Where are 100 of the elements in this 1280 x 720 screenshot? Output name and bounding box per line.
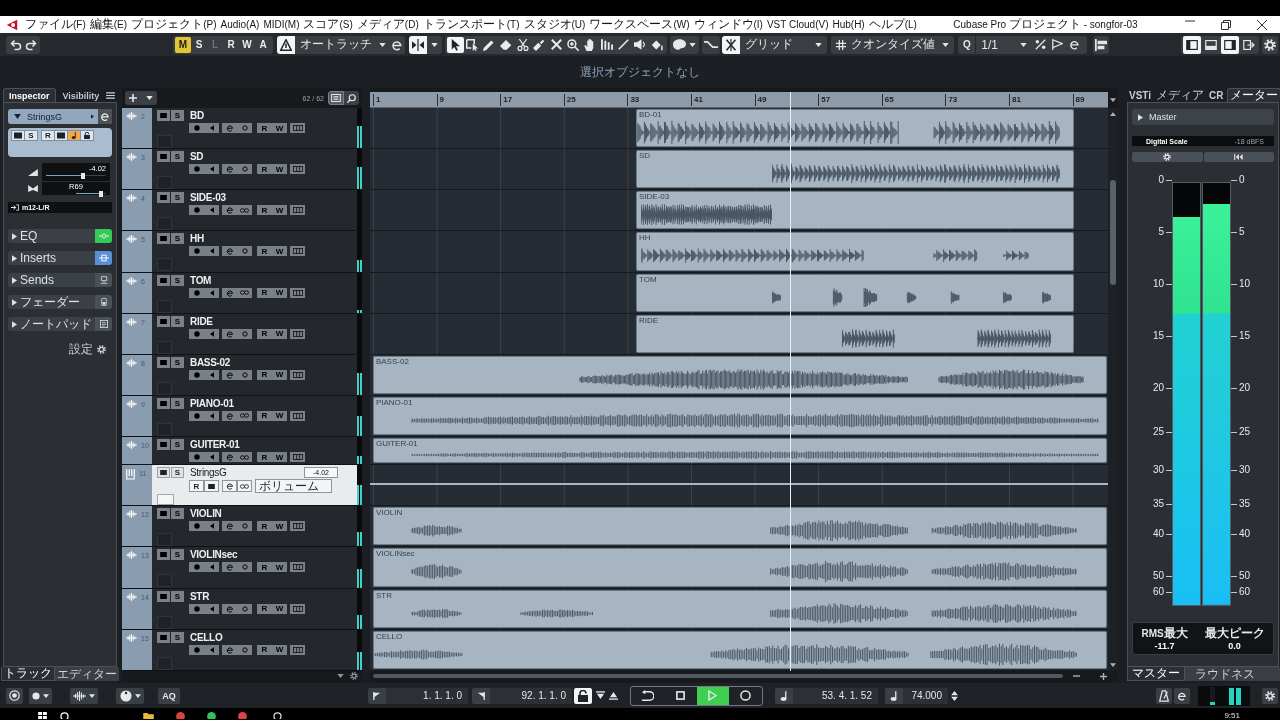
automation-parameter-dropdown[interactable]: ボリューム [255,479,332,494]
play-button[interactable] [696,686,730,705]
automation-line[interactable] [370,483,1108,486]
tool-button[interactable] [598,36,615,53]
track-image-slot[interactable] [157,299,172,313]
read-button[interactable]: R [257,521,272,532]
record-button[interactable] [189,123,204,133]
monitor-button[interactable] [204,411,219,421]
settings-icon[interactable] [350,672,358,680]
read-button[interactable]: R [257,164,272,175]
scrollbar-thumb[interactable] [1110,180,1116,285]
tool-button[interactable] [463,36,481,53]
menu-item[interactable]: ワークスペース(W) [587,16,692,33]
record-button[interactable] [189,603,204,614]
blob-icon[interactable] [673,39,687,50]
record-button[interactable] [189,562,204,573]
quantize-button[interactable]: Q [958,35,977,54]
step-line-icon[interactable] [704,40,719,49]
menu-item[interactable]: ウィンドウ(I) [691,16,765,33]
solo-button[interactable]: S [171,356,184,368]
read-button[interactable]: R [257,369,272,380]
caret-icon[interactable] [337,674,344,678]
section-toggle-button[interactable] [95,317,112,331]
lanes-button[interactable] [290,246,305,257]
write-button[interactable]: W [272,562,287,573]
panel-tab[interactable]: メーター [1226,88,1280,102]
read-button[interactable]: R [257,287,272,298]
read-button[interactable]: R [257,411,272,421]
write-button[interactable]: W [272,123,287,133]
search-button[interactable] [344,91,359,105]
e-icon[interactable] [1069,39,1081,50]
monitor-button[interactable] [204,123,219,133]
lanes-button[interactable] [290,562,305,573]
inspector-section-bar[interactable]: フェーダー [8,295,112,309]
track-image-slot[interactable] [157,533,172,547]
solo-button[interactable]: S [171,590,184,602]
audio-event[interactable]: HH [635,232,1074,271]
track-image-slot[interactable] [157,176,172,190]
flag-icon[interactable] [1052,39,1064,50]
read-button[interactable]: R [257,644,272,655]
caret-icon[interactable] [689,42,697,47]
knob-dropdown-button[interactable] [116,687,144,704]
monitor-button[interactable] [204,562,219,573]
zoom-in-icon[interactable] [1100,672,1107,680]
write-button[interactable]: W [272,644,287,655]
left-locator-field[interactable]: 1. 1. 1. 0 [386,687,468,704]
automation-mode-button[interactable]: A [255,36,271,53]
track-image-slot[interactable] [157,615,172,629]
solo-button[interactable]: S [171,233,184,245]
record-button[interactable] [189,246,204,257]
slider-thumb[interactable] [99,191,104,197]
read-button[interactable]: R [257,123,272,133]
record-button[interactable] [189,328,204,339]
inspector-section-bar[interactable]: Inserts [8,251,112,265]
tool-button[interactable] [447,36,464,53]
zone-tab[interactable]: マスター [1127,667,1185,681]
lanes-button[interactable] [290,369,305,380]
menu-item[interactable]: プロジェクト(P) [129,16,219,33]
monitor-button[interactable] [204,287,219,298]
read-button[interactable]: R [257,603,272,614]
menu-item[interactable]: Audio(A) [218,16,262,33]
inspector-section-bar[interactable]: Sends [8,273,112,287]
settings-label[interactable]: 設定 [69,341,93,358]
tempo-button[interactable] [885,687,903,704]
lanes-button[interactable] [290,603,305,614]
monitor-button[interactable] [204,205,219,216]
triangle-icon[interactable] [277,35,295,54]
solo-button[interactable]: S [171,631,184,643]
panel-tab[interactable]: Visibility [57,89,105,102]
zone-tab[interactable]: エディター [55,667,119,681]
solo-button[interactable]: S [171,439,184,451]
write-button[interactable]: W [272,603,287,614]
lanes-button[interactable] [290,123,305,133]
panel-tab[interactable]: CR [1207,89,1226,102]
menu-item[interactable]: スコア(S) [301,16,355,33]
lanes-button[interactable] [290,287,305,298]
quantize-preset-dropdown[interactable]: クオンタイズ値 [846,35,955,54]
lanes-button[interactable] [290,644,305,655]
inspector-section-bar[interactable]: ノートパッド [8,317,112,331]
write-button[interactable]: W [272,246,287,257]
track-image-slot[interactable] [157,258,172,272]
record-button[interactable] [189,164,204,175]
automation-mode-button[interactable]: M [175,36,191,53]
record-button[interactable] [189,521,204,532]
record-mode-button[interactable] [6,687,23,704]
monitor-button[interactable] [204,369,219,380]
e-icon[interactable] [98,109,112,124]
record-button[interactable] [189,644,204,655]
monitor-button[interactable] [204,521,219,532]
settings-icon[interactable] [97,345,106,354]
track-image-slot[interactable] [157,423,172,436]
automation-mode-dropdown[interactable]: オートラッチ [295,35,391,54]
solo-button[interactable]: S [171,192,184,204]
track-image-slot[interactable] [157,381,172,395]
solo-button[interactable]: S [171,549,184,561]
auto-quantize-button[interactable]: AQ [158,687,180,704]
horizontal-scrollbar[interactable] [373,674,1063,678]
track-image-slot[interactable] [157,494,174,506]
menu-item[interactable]: 編集(E) [87,16,130,33]
monitor-button[interactable] [204,452,219,463]
